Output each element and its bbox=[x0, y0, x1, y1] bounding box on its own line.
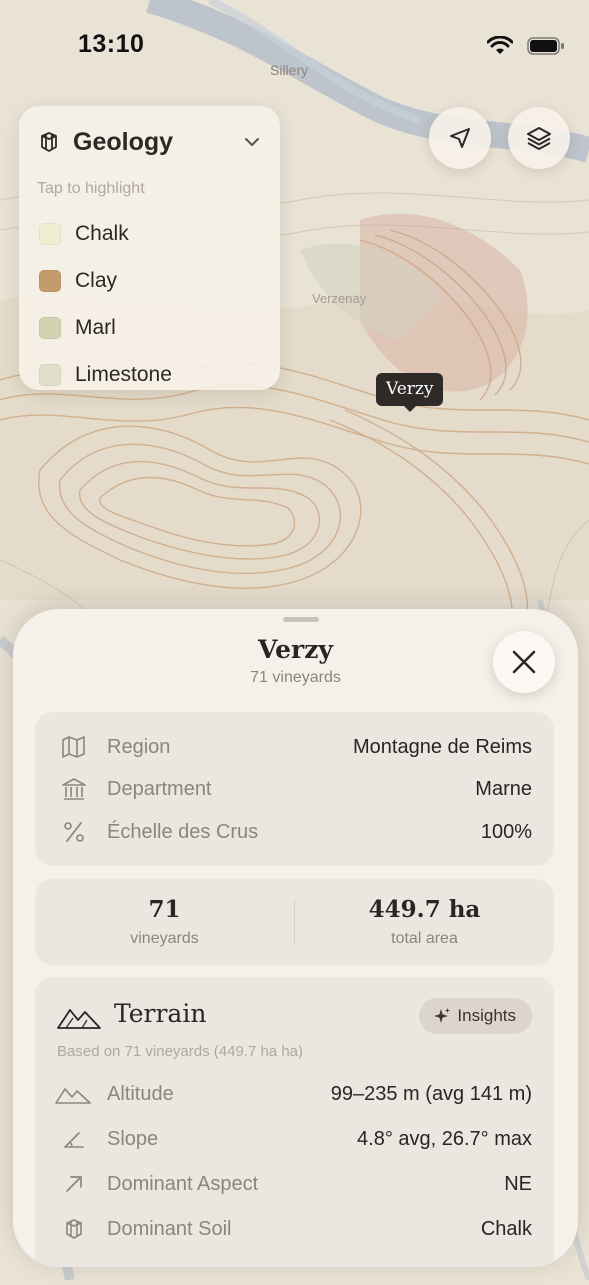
terrain-row-altitude: Altitude 99–235 m (avg 141 m) bbox=[35, 1073, 554, 1115]
building-icon bbox=[61, 776, 87, 802]
legend-items: Chalk Clay Marl Limestone bbox=[39, 210, 172, 398]
legend-item-clay[interactable]: Clay bbox=[39, 257, 172, 304]
angle-icon bbox=[61, 1126, 87, 1152]
legend-item-label: Limestone bbox=[75, 362, 172, 386]
detail-sheet[interactable]: Verzy 71 vineyards Region Montagne de Re… bbox=[13, 609, 578, 1267]
info-label: Slope bbox=[107, 1127, 159, 1150]
mountain-icon bbox=[57, 1009, 101, 1029]
sparkle-icon bbox=[434, 1008, 451, 1023]
info-value: Montagne de Reims bbox=[353, 735, 532, 758]
info-card: Region Montagne de Reims Department Marn… bbox=[35, 712, 554, 866]
close-button[interactable] bbox=[493, 631, 555, 693]
insights-label: Insights bbox=[457, 1006, 516, 1025]
legend-title: Geology bbox=[73, 127, 174, 156]
info-label: Dominant Aspect bbox=[107, 1172, 259, 1195]
info-label: Altitude bbox=[107, 1082, 174, 1105]
terrain-row-soil: Dominant Soil Chalk bbox=[35, 1208, 554, 1250]
swatch-limestone bbox=[39, 363, 61, 386]
stat-vineyards: 71 vineyards bbox=[35, 879, 294, 965]
stat-total-area: 449.7 ha total area bbox=[295, 879, 554, 965]
arrow-up-right-icon bbox=[61, 1171, 87, 1197]
layers-button[interactable] bbox=[508, 107, 570, 169]
legend-item-marl[interactable]: Marl bbox=[39, 304, 172, 351]
terrain-title: Terrain bbox=[114, 999, 207, 1028]
percent-icon bbox=[61, 819, 87, 845]
stat-value: 449.7 ha bbox=[368, 896, 481, 923]
wifi-icon bbox=[487, 36, 513, 54]
info-label: Échelle des Crus bbox=[107, 820, 259, 843]
swatch-clay bbox=[39, 269, 61, 292]
info-row-region: Region Montagne de Reims bbox=[35, 726, 554, 768]
locate-button[interactable] bbox=[429, 107, 491, 169]
legend-item-label: Clay bbox=[75, 268, 118, 292]
terrain-row-slope: Slope 4.8° avg, 26.7° max bbox=[35, 1118, 554, 1160]
stat-label: total area bbox=[391, 930, 458, 947]
legend-item-label: Marl bbox=[75, 315, 116, 339]
swatch-chalk bbox=[39, 222, 61, 245]
info-value: 100% bbox=[480, 820, 532, 843]
mountain-icon bbox=[55, 1081, 91, 1107]
stats-card: 71 vineyards 449.7 ha total area bbox=[35, 879, 554, 965]
sheet-subtitle: 71 vineyards bbox=[250, 669, 341, 686]
info-value: 99–235 m (avg 141 m) bbox=[330, 1082, 532, 1105]
location-arrow-icon bbox=[450, 128, 470, 148]
legend-hint: Tap to highlight bbox=[37, 180, 145, 197]
layers-cube-icon bbox=[61, 1216, 87, 1242]
geology-legend[interactable]: Geology Tap to highlight Chalk Clay Marl… bbox=[19, 106, 280, 390]
swatch-marl bbox=[39, 316, 61, 339]
terrain-note: Based on 71 vineyards (449.7 ha ha) bbox=[57, 1043, 303, 1060]
legend-item-label: Chalk bbox=[75, 221, 129, 245]
info-value: 4.8° avg, 26.7° max bbox=[357, 1127, 532, 1150]
map-label-verzenay: Verzenay bbox=[312, 291, 367, 306]
battery-icon bbox=[527, 37, 564, 55]
insights-button[interactable]: Insights bbox=[419, 998, 532, 1034]
info-value: Chalk bbox=[480, 1217, 532, 1240]
layers-cube-icon bbox=[41, 132, 57, 152]
info-row-echelle: Échelle des Crus 100% bbox=[35, 811, 554, 853]
stat-label: vineyards bbox=[130, 930, 199, 947]
legend-header[interactable]: Geology bbox=[37, 124, 262, 160]
sheet-grabber[interactable] bbox=[283, 617, 319, 622]
chevron-down-icon[interactable] bbox=[242, 132, 262, 152]
close-icon bbox=[512, 650, 536, 674]
layers-icon bbox=[527, 127, 551, 150]
legend-item-limestone[interactable]: Limestone bbox=[39, 351, 172, 398]
info-value: NE bbox=[504, 1172, 532, 1195]
info-value: Marne bbox=[475, 777, 532, 800]
info-label: Region bbox=[107, 735, 171, 758]
info-label: Dominant Soil bbox=[107, 1217, 232, 1240]
status-bar: 13:10 bbox=[0, 0, 589, 90]
terrain-row-aspect: Dominant Aspect NE bbox=[35, 1163, 554, 1205]
legend-item-chalk[interactable]: Chalk bbox=[39, 210, 172, 257]
status-time: 13:10 bbox=[78, 30, 145, 58]
map-pin-verzy[interactable]: Verzy bbox=[376, 373, 444, 412]
info-label: Department bbox=[107, 777, 212, 800]
info-row-department: Department Marne bbox=[35, 768, 554, 810]
status-icons bbox=[487, 36, 565, 56]
map-icon bbox=[61, 734, 87, 760]
stat-value: 71 bbox=[148, 896, 181, 923]
terrain-card: Terrain Insights Based on 71 vineyards (… bbox=[35, 977, 554, 1267]
